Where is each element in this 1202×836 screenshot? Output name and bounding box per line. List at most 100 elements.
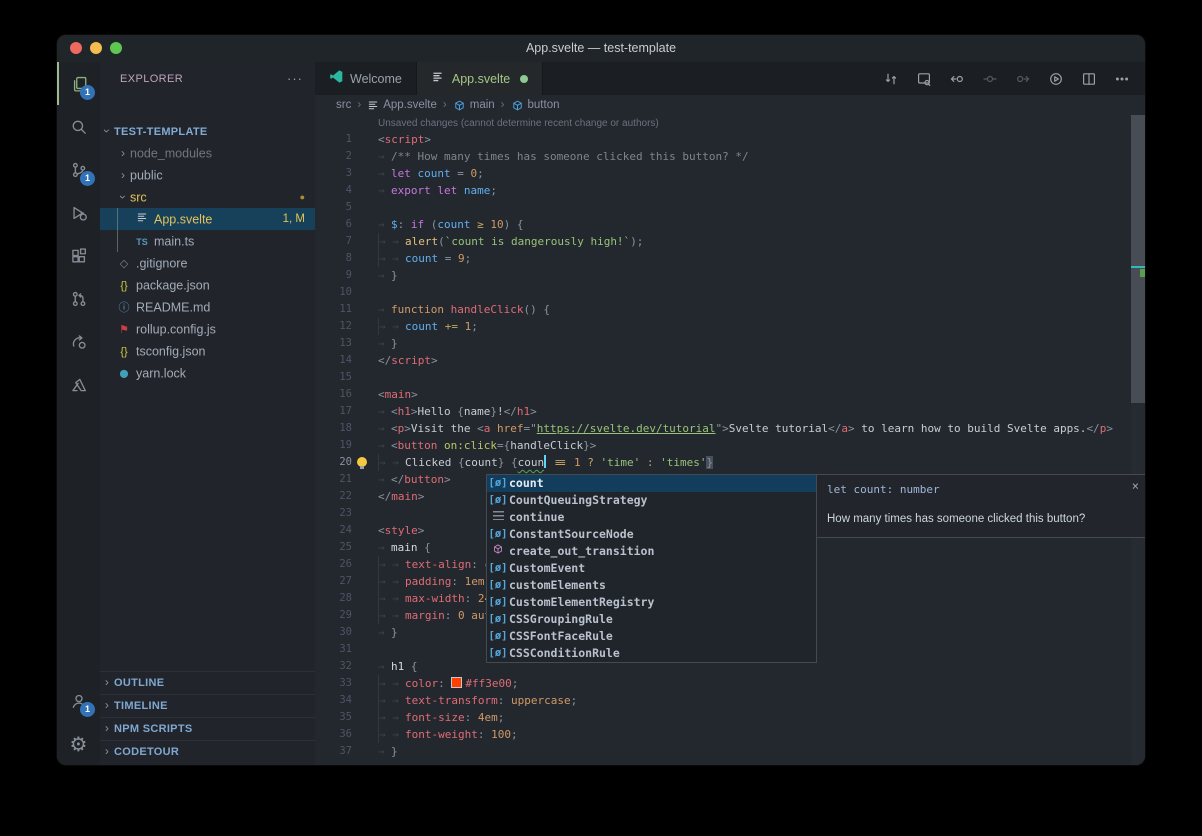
code-token: : [471,558,484,571]
code-token: > [431,354,438,367]
line-number: 21 [315,471,352,488]
line-number: 4 [315,182,352,199]
project-section-header[interactable]: ›TEST-TEMPLATE [100,120,315,142]
line-content: </main> [378,488,424,505]
split-editor-icon[interactable] [1076,66,1102,92]
file-row-app-svelte[interactable]: App.svelte1, M [100,208,315,230]
breadcrumb-item-src[interactable]: src [336,99,351,111]
breadcrumb-item-main[interactable]: main [453,99,495,112]
file-label: README.md [136,301,210,315]
code-token: ; [471,320,478,333]
code-token: margin [405,609,445,622]
file-row--gitignore[interactable]: ◇.gitignore [100,252,315,274]
section-outline[interactable]: ›OUTLINE [100,671,315,694]
whitespace-tab-icon: → [392,726,405,743]
open-changes-icon[interactable] [878,66,904,92]
code-token: main [391,541,418,554]
activity-bar: 111⚙ [57,62,100,765]
code-token: script [391,354,431,367]
overview-change-mark [1140,269,1145,277]
lightbulb-icon[interactable] [357,457,367,467]
suggest-label: CSSConditionRule [509,645,620,662]
section-npm-scripts[interactable]: ›NPM SCRIPTS [100,717,315,740]
code-token: </ [391,473,404,486]
open-preview-icon[interactable] [911,66,937,92]
suggest-item-countqueuingstrategy[interactable]: [ø]CountQueuingStrategy [487,492,816,509]
suggest-item-count[interactable]: [ø]count [487,475,816,492]
file-row-node-modules[interactable]: ›node_modules [100,142,315,164]
activity-source-control[interactable]: 1 [57,148,100,191]
close-icon[interactable]: × [1132,479,1139,493]
color-swatch [451,677,462,688]
line-number: 27 [315,573,352,590]
section-timeline[interactable]: ›TIMELINE [100,694,315,717]
activity-extensions[interactable] [57,234,100,277]
code-line-16: 16<main> [315,386,1131,403]
code-token: uppercase [511,694,571,707]
code-editor[interactable]: Unsaved changes (cannot determine recent… [315,115,1145,765]
suggest-label: continue [509,509,564,526]
breadcrumb-item-button[interactable]: button [511,99,560,112]
activity-explorer[interactable]: 1 [57,62,100,105]
current-location-icon[interactable] [977,66,1003,92]
code-token: > [411,405,418,418]
suggest-item-cssfontfacerule[interactable]: [ø]CSSFontFaceRule [487,628,816,645]
suggest-item-cssconditionrule[interactable]: [ø]CSSConditionRule [487,645,816,662]
file-row-tsconfig-json[interactable]: {}tsconfig.json [100,340,315,362]
code-token: ≥ [471,218,491,231]
suggest-item-customevent[interactable]: [ø]CustomEvent [487,560,816,577]
code-token: ) { [504,218,524,231]
section-codetour[interactable]: ›CODETOUR [100,740,315,763]
breadcrumb-item-app-svelte[interactable]: App.svelte [367,99,437,111]
suggest-item-constantsourcenode[interactable]: [ø]ConstantSourceNode [487,526,816,543]
suggest-docs-panel: let count: numberHow many times has some… [817,474,1145,538]
breadcrumb: src›App.svelte›main›button [315,95,1145,115]
line-number: 35 [315,709,352,726]
scrollbar-thumb[interactable] [1131,115,1145,403]
code-token: { [511,456,518,469]
file-row-main-ts[interactable]: TSmain.ts [100,230,315,252]
code-token: < [391,405,398,418]
file-row-src[interactable]: ›src● [100,186,315,208]
unsaved-dot-icon[interactable] [520,75,528,83]
file-row-package-json[interactable]: {}package.json [100,274,315,296]
code-token: : [465,711,478,724]
tab-app-svelte[interactable]: App.svelte [417,62,543,97]
code-token: $ [391,218,398,231]
file-row-rollup-config-js[interactable]: ⚑rollup.config.js [100,318,315,340]
code-token: ={ [497,439,510,452]
navigate-forward-icon[interactable] [1010,66,1036,92]
file-row-readme-md[interactable]: ⓘREADME.md [100,296,315,318]
code-token: } [391,337,398,350]
activity-settings[interactable]: ⚙ [57,722,100,765]
activity-accounts[interactable]: 1 [57,679,100,722]
more-actions-icon[interactable] [1109,66,1135,92]
symbol-cube-icon [511,99,524,112]
activity-azure[interactable] [57,363,100,406]
whitespace-tab-icon: → [378,471,391,488]
suggest-item-customelements[interactable]: [ø]customElements [487,577,816,594]
suggest-item-cssgroupingrule[interactable]: [ø]CSSGroupingRule [487,611,816,628]
activity-search[interactable] [57,105,100,148]
file-row-public[interactable]: ›public [100,164,315,186]
activity-github-pull-requests[interactable] [57,277,100,320]
suggest-item-customelementregistry[interactable]: [ø]CustomElementRegistry [487,594,816,611]
symbol-keyword-icon [487,509,509,526]
run-and-debug-icon[interactable] [1043,66,1069,92]
symbol-variable-icon: [ø] [487,475,509,492]
css-color-value: #ff3e00 [465,677,511,690]
activity-run-debug[interactable] [57,191,100,234]
azure-icon [70,376,88,394]
navigate-back-icon[interactable] [944,66,970,92]
line-content: <style> [378,522,424,539]
explorer-more-actions-icon[interactable]: ··· [287,62,303,95]
suggest-item-continue[interactable]: continue [487,509,816,526]
suggest-item-create_out_transition[interactable]: create_out_transition [487,543,816,560]
file-row-yarn-lock[interactable]: ⬤yarn.lock [100,362,315,384]
line-content: →export let name; [378,182,497,199]
tab-welcome[interactable]: Welcome [315,62,417,95]
code-token: } [706,456,713,469]
line-number: 24 [315,522,352,539]
whitespace-tab-icon: → [378,318,392,335]
activity-live-share[interactable] [57,320,100,363]
